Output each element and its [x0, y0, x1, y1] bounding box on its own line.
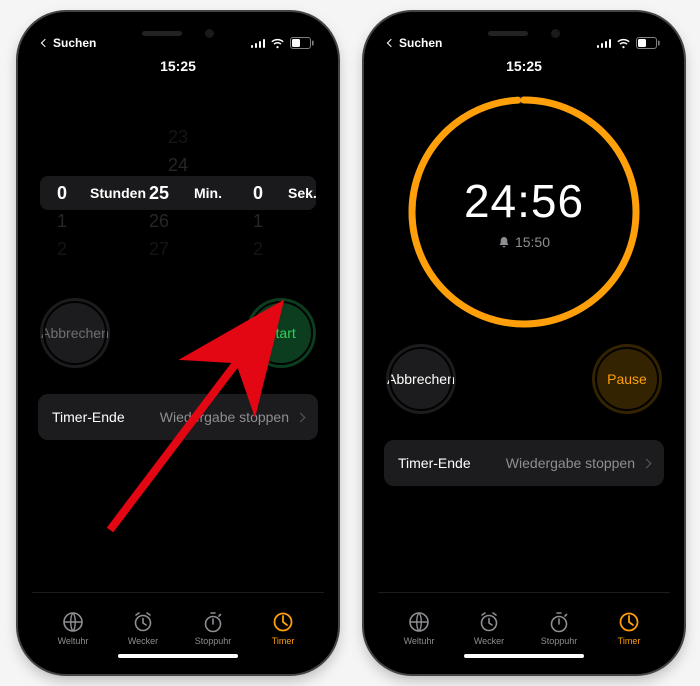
cellular-signal-icon — [251, 38, 266, 48]
status-time: 15:25 — [378, 58, 670, 74]
alarm-clock-icon — [478, 611, 500, 633]
home-indicator[interactable] — [118, 654, 238, 658]
wifi-icon — [270, 38, 285, 49]
countdown-end-at: 15:50 — [515, 234, 550, 250]
tab-timer[interactable]: Timer — [250, 611, 316, 646]
tab-timer[interactable]: Timer — [596, 611, 662, 646]
back-chevron-icon[interactable] — [387, 39, 395, 47]
status-time: 15:25 — [32, 58, 324, 74]
picker-col-hours[interactable]: 0 1 2 — [35, 110, 125, 276]
comparison-stage: Suchen 15:25 Stunden Min. Sek. — [0, 0, 700, 686]
picker-col-mins[interactable]: 23 24 25 26 27 — [133, 110, 223, 276]
tab-alarm[interactable]: Wecker — [110, 611, 176, 646]
notch — [466, 20, 582, 46]
battery-icon — [636, 37, 660, 49]
tab-stopwatch[interactable]: Stoppuhr — [180, 611, 246, 646]
alarm-clock-icon — [132, 611, 154, 633]
cancel-button[interactable]: Abbrechen — [386, 344, 456, 414]
battery-icon — [290, 37, 314, 49]
back-label[interactable]: Suchen — [399, 36, 442, 50]
timer-end-row[interactable]: Timer-Ende Wiedergabe stoppen — [384, 440, 664, 486]
tab-bar: Weltuhr Wecker Stoppuhr Timer — [378, 592, 670, 648]
tab-worldclock[interactable]: Weltuhr — [386, 611, 452, 646]
timer-end-label: Timer-Ende — [52, 409, 125, 425]
timer-icon — [272, 611, 294, 633]
chevron-right-icon — [296, 412, 306, 422]
timer-end-label: Timer-Ende — [398, 455, 471, 471]
stopwatch-icon — [202, 611, 224, 633]
tab-stopwatch[interactable]: Stoppuhr — [526, 611, 592, 646]
wifi-icon — [616, 38, 631, 49]
phone-timer-setup: Suchen 15:25 Stunden Min. Sek. — [18, 12, 338, 674]
home-indicator[interactable] — [464, 654, 584, 658]
stopwatch-icon — [548, 611, 570, 633]
countdown-time: 24:56 — [464, 174, 584, 228]
chevron-right-icon — [642, 458, 652, 468]
notch — [120, 20, 236, 46]
globe-icon — [62, 611, 84, 633]
timer-end-value: Wiedergabe stoppen — [506, 455, 635, 471]
duration-picker[interactable]: Stunden Min. Sek. 0 1 2 23 24 25 — [32, 110, 324, 276]
start-button[interactable]: Start — [246, 298, 316, 368]
countdown-ring: 24:56 15:50 — [404, 92, 644, 332]
phone-timer-running: Suchen 15:25 — [364, 12, 684, 674]
pause-button[interactable]: Pause — [592, 344, 662, 414]
bell-icon — [498, 236, 510, 249]
tab-bar: Weltuhr Wecker Stoppuhr Timer — [32, 592, 324, 648]
cancel-button[interactable]: Abbrechen — [40, 298, 110, 368]
picker-col-secs[interactable]: 0 1 2 — [231, 110, 321, 276]
timer-end-value: Wiedergabe stoppen — [160, 409, 289, 425]
globe-icon — [408, 611, 430, 633]
tab-alarm[interactable]: Wecker — [456, 611, 522, 646]
cellular-signal-icon — [597, 38, 612, 48]
back-label[interactable]: Suchen — [53, 36, 96, 50]
back-chevron-icon[interactable] — [41, 39, 49, 47]
timer-end-row[interactable]: Timer-Ende Wiedergabe stoppen — [38, 394, 318, 440]
timer-icon — [618, 611, 640, 633]
tab-worldclock[interactable]: Weltuhr — [40, 611, 106, 646]
